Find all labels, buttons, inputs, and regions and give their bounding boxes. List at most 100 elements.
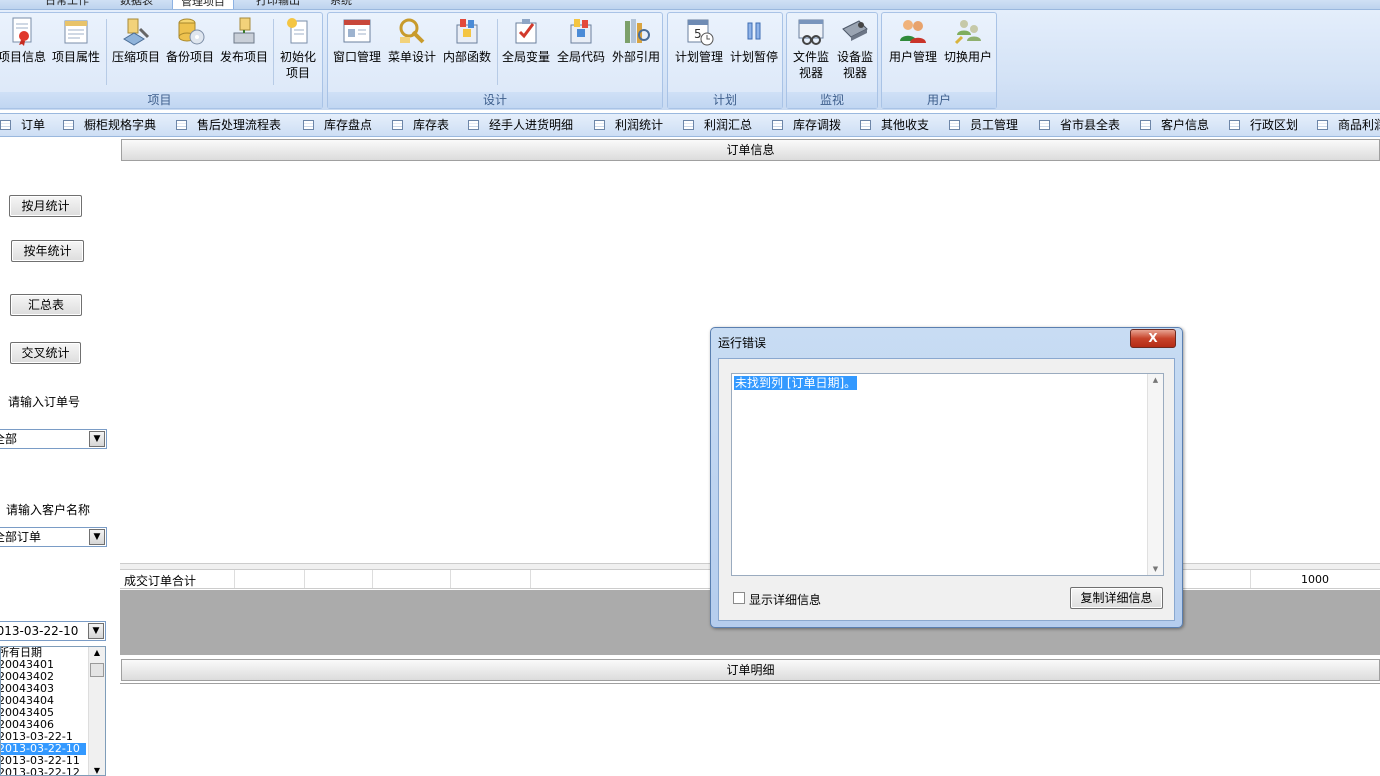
date-combo[interactable]: 2013-03-22-10 ▼ — [0, 621, 106, 641]
tab-system[interactable]: 系统 — [330, 0, 352, 9]
internal-function-button[interactable]: 内部函数 — [440, 15, 494, 65]
scroll-up-icon[interactable]: ▲ — [89, 647, 105, 659]
table-tab-staff[interactable]: 员工管理 — [949, 118, 1018, 132]
project-info-icon — [12, 17, 32, 46]
table-tab-stock-transfer[interactable]: 库存调拨 — [772, 118, 841, 132]
scroll-thumb[interactable] — [90, 663, 104, 677]
table-grid-icon — [860, 120, 871, 130]
order-info-header: 订单信息 — [121, 139, 1380, 161]
table-tab-label: 售后处理流程表 — [197, 118, 282, 132]
table-tab-purchase-detail[interactable]: 经手人进货明细 — [468, 118, 573, 132]
order-no-label: 请输入订单号 — [8, 395, 81, 409]
tab-manage-project[interactable]: 管理项目 — [172, 0, 234, 9]
scroll-down-icon[interactable]: ▼ — [1148, 563, 1163, 575]
table-grid-icon — [949, 120, 960, 130]
publish-icon — [233, 17, 255, 44]
table-tab-profit-stats[interactable]: 利润统计 — [594, 118, 663, 132]
dropdown-arrow-icon[interactable]: ▼ — [89, 529, 105, 545]
tab-daily-work[interactable]: 日常工作 — [45, 0, 89, 9]
ribbon-group-caption: 计划 — [668, 92, 782, 108]
table-grid-icon — [468, 120, 479, 130]
global-code-icon — [570, 19, 592, 44]
global-code-button[interactable]: 全局代码 — [554, 15, 608, 65]
file-monitor-button[interactable]: 文件监视器 — [789, 15, 833, 81]
cell-divider — [450, 570, 451, 588]
table-grid-icon — [303, 120, 314, 130]
user-manage-button[interactable]: 用户管理 — [886, 15, 940, 65]
ribbon-group-plan: 5 计划管理 计划暂停 计划 — [667, 12, 783, 109]
order-no-combo[interactable]: 全部 ▼ — [0, 429, 107, 449]
device-monitor-icon — [842, 20, 868, 41]
yearly-stats-button[interactable]: 按年统计 — [11, 240, 84, 262]
backup-project-button[interactable]: 备份项目 — [165, 15, 215, 65]
tab-print-output[interactable]: 打印输出 — [256, 0, 300, 9]
window-manage-button[interactable]: 窗口管理 — [330, 15, 384, 65]
svg-text:5: 5 — [694, 27, 702, 41]
table-tab-product-profit[interactable]: 商品利润 — [1317, 118, 1380, 132]
cross-stats-button[interactable]: 交叉统计 — [10, 342, 81, 364]
table-tab-admin-division[interactable]: 行政区划 — [1229, 118, 1298, 132]
table-tab-customers[interactable]: 客户信息 — [1140, 118, 1209, 132]
table-tab-stock-check[interactable]: 库存盘点 — [303, 118, 372, 132]
ribbon-group-project: 项目信息 项目属性 压缩项目 备份项目 发布项目 初始化项目 项目 — [0, 12, 323, 109]
table-tab-cabinet-spec[interactable]: 橱柜规格字典 — [63, 118, 156, 132]
ribbon-separator — [106, 19, 107, 85]
scroll-down-icon[interactable]: ▼ — [89, 765, 105, 775]
ribbon-group-user: 用户管理 切换用户 用户 — [881, 12, 997, 109]
project-info-button[interactable]: 项目信息 — [0, 15, 47, 65]
table-grid-icon — [392, 120, 403, 130]
table-tab-label: 经手人进货明细 — [489, 118, 574, 132]
customer-name-combo[interactable]: 全部订单 ▼ — [0, 527, 107, 547]
table-tab-profit-summary[interactable]: 利润汇总 — [683, 118, 752, 132]
table-tab-stock[interactable]: 库存表 — [392, 118, 449, 132]
error-message-box[interactable]: 未找到列 [订单日期]。 ▲ ▼ — [731, 373, 1164, 576]
show-details-label: 显示详细信息 — [749, 593, 822, 607]
scroll-up-icon[interactable]: ▲ — [1148, 374, 1163, 386]
message-scrollbar[interactable]: ▲ ▼ — [1147, 374, 1163, 575]
table-tab-after-sales[interactable]: 售后处理流程表 — [176, 118, 281, 132]
project-properties-label: 项目属性 — [51, 50, 100, 64]
plan-manage-button[interactable]: 5 计划管理 — [672, 15, 726, 65]
dropdown-arrow-icon[interactable]: ▼ — [89, 431, 105, 447]
cell-divider — [1250, 570, 1251, 588]
table-tab-label: 橱柜规格字典 — [84, 118, 157, 132]
device-monitor-button[interactable]: 设备监视器 — [833, 15, 877, 81]
global-variable-button[interactable]: 全局变量 — [499, 15, 553, 65]
table-grid-icon — [1229, 120, 1240, 130]
copy-details-button[interactable]: 复制详细信息 — [1070, 587, 1163, 609]
monthly-stats-button[interactable]: 按月统计 — [9, 195, 82, 217]
users-icon — [900, 20, 926, 43]
date-combo-value: 2013-03-22-10 — [0, 624, 79, 638]
plan-pause-button[interactable]: 计划暂停 — [727, 15, 781, 65]
order-detail-grid[interactable] — [120, 683, 1380, 776]
project-properties-button[interactable]: 项目属性 — [51, 15, 101, 65]
table-tab-regions[interactable]: 省市县全表 — [1039, 118, 1120, 132]
table-tab-label: 订单 — [21, 118, 46, 132]
show-details-checkbox[interactable] — [733, 592, 745, 604]
menu-design-label: 菜单设计 — [387, 50, 436, 64]
date-list-scrollbar[interactable]: ▲ ▼ — [88, 647, 105, 775]
table-tab-orders[interactable]: 订单 — [0, 118, 45, 132]
initialize-project-button[interactable]: 初始化项目 — [277, 15, 319, 81]
summary-table-button[interactable]: 汇总表 — [10, 294, 82, 316]
cell-divider — [530, 570, 531, 588]
compress-project-button[interactable]: 压缩项目 — [111, 15, 161, 65]
window-manage-icon — [343, 19, 371, 43]
publish-project-button[interactable]: 发布项目 — [219, 15, 269, 65]
customer-name-value: 全部订单 — [0, 530, 42, 544]
order-detail-header: 订单明细 — [121, 659, 1380, 681]
table-grid-icon — [1140, 120, 1151, 130]
menu-design-button[interactable]: 菜单设计 — [385, 15, 439, 65]
table-tab-other-income[interactable]: 其他收支 — [860, 118, 929, 132]
close-button[interactable]: X — [1130, 329, 1176, 348]
tab-data-tables[interactable]: 数据表 — [120, 0, 153, 9]
global-code-label: 全局代码 — [556, 50, 605, 64]
dropdown-arrow-icon[interactable]: ▼ — [88, 623, 104, 639]
external-reference-button[interactable]: 外部引用 — [609, 15, 663, 65]
calendar-icon: 5 — [687, 19, 714, 46]
ribbon-separator — [273, 19, 274, 85]
switch-user-button[interactable]: 切换用户 — [941, 15, 995, 65]
backup-project-label: 备份项目 — [165, 50, 214, 64]
date-list[interactable]: 所有日期 20043401 20043402 20043403 20043404 2004… — [0, 646, 106, 776]
date-list-item[interactable]: 2013-03-22-12 — [1, 767, 86, 776]
